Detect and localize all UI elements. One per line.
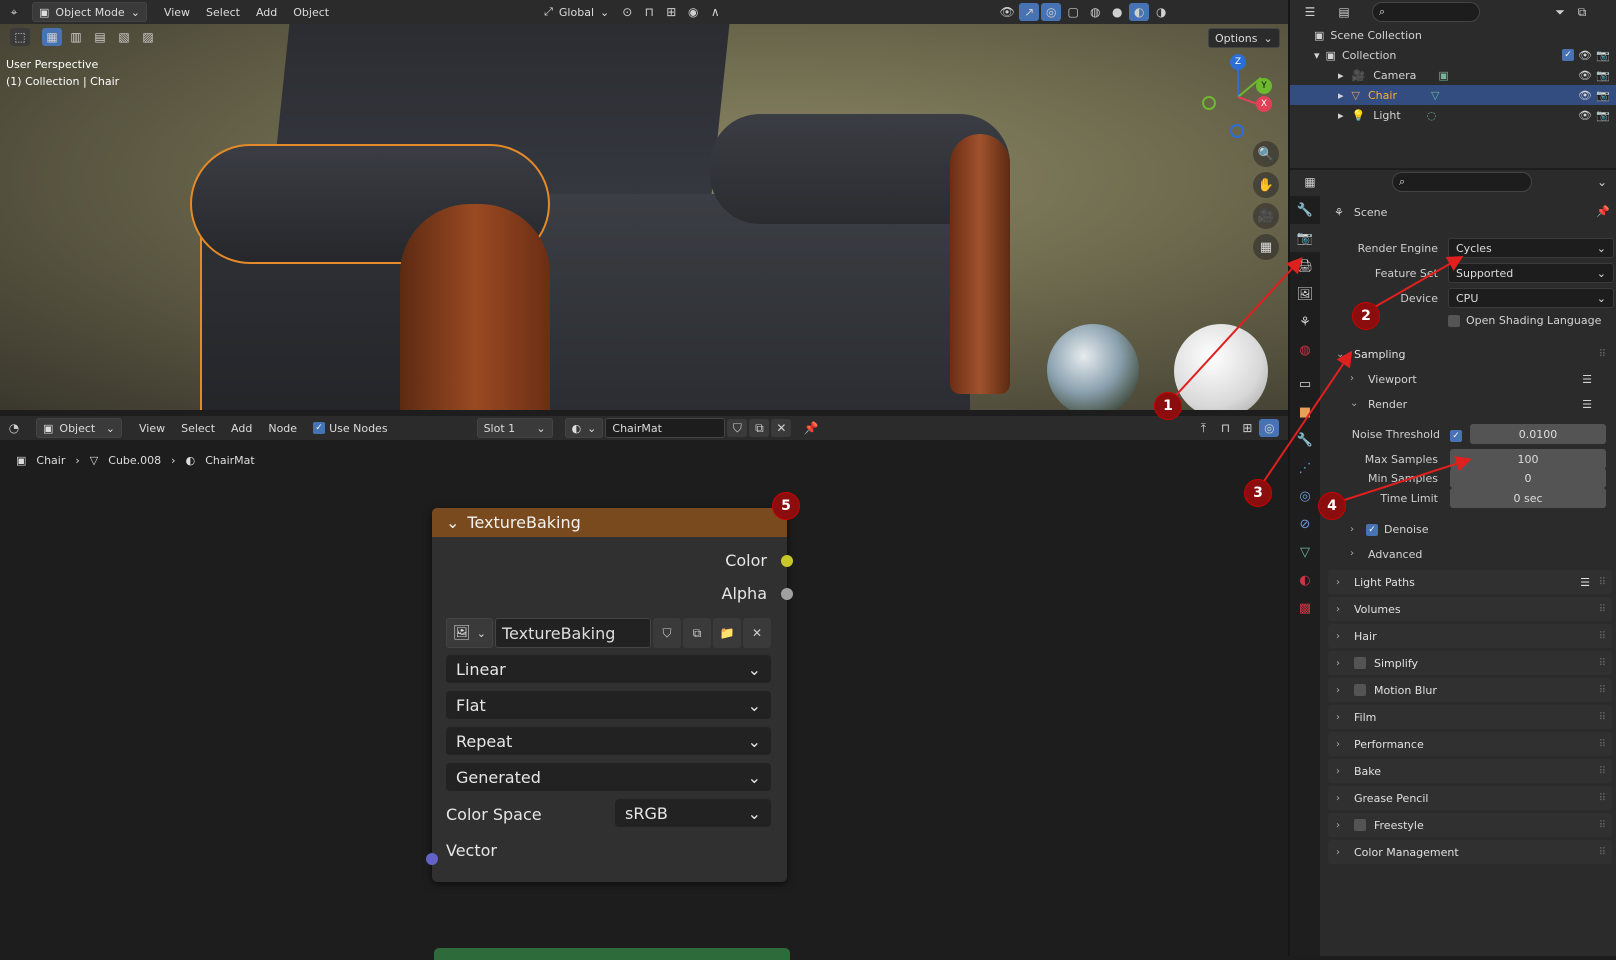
annotation-marker-5: 5 bbox=[772, 492, 800, 520]
arrow-2 bbox=[1365, 256, 1464, 313]
arrow-3 bbox=[1257, 350, 1353, 491]
annotation-marker-3: 3 bbox=[1244, 479, 1272, 507]
annotation-arrows bbox=[1167, 256, 1472, 505]
annotation-marker-2: 2 bbox=[1352, 302, 1380, 330]
annotation-marker-4: 4 bbox=[1318, 492, 1346, 520]
arrow-1 bbox=[1167, 257, 1303, 405]
annotation-marker-1: 1 bbox=[1154, 392, 1182, 420]
arrow-4 bbox=[1331, 456, 1472, 505]
